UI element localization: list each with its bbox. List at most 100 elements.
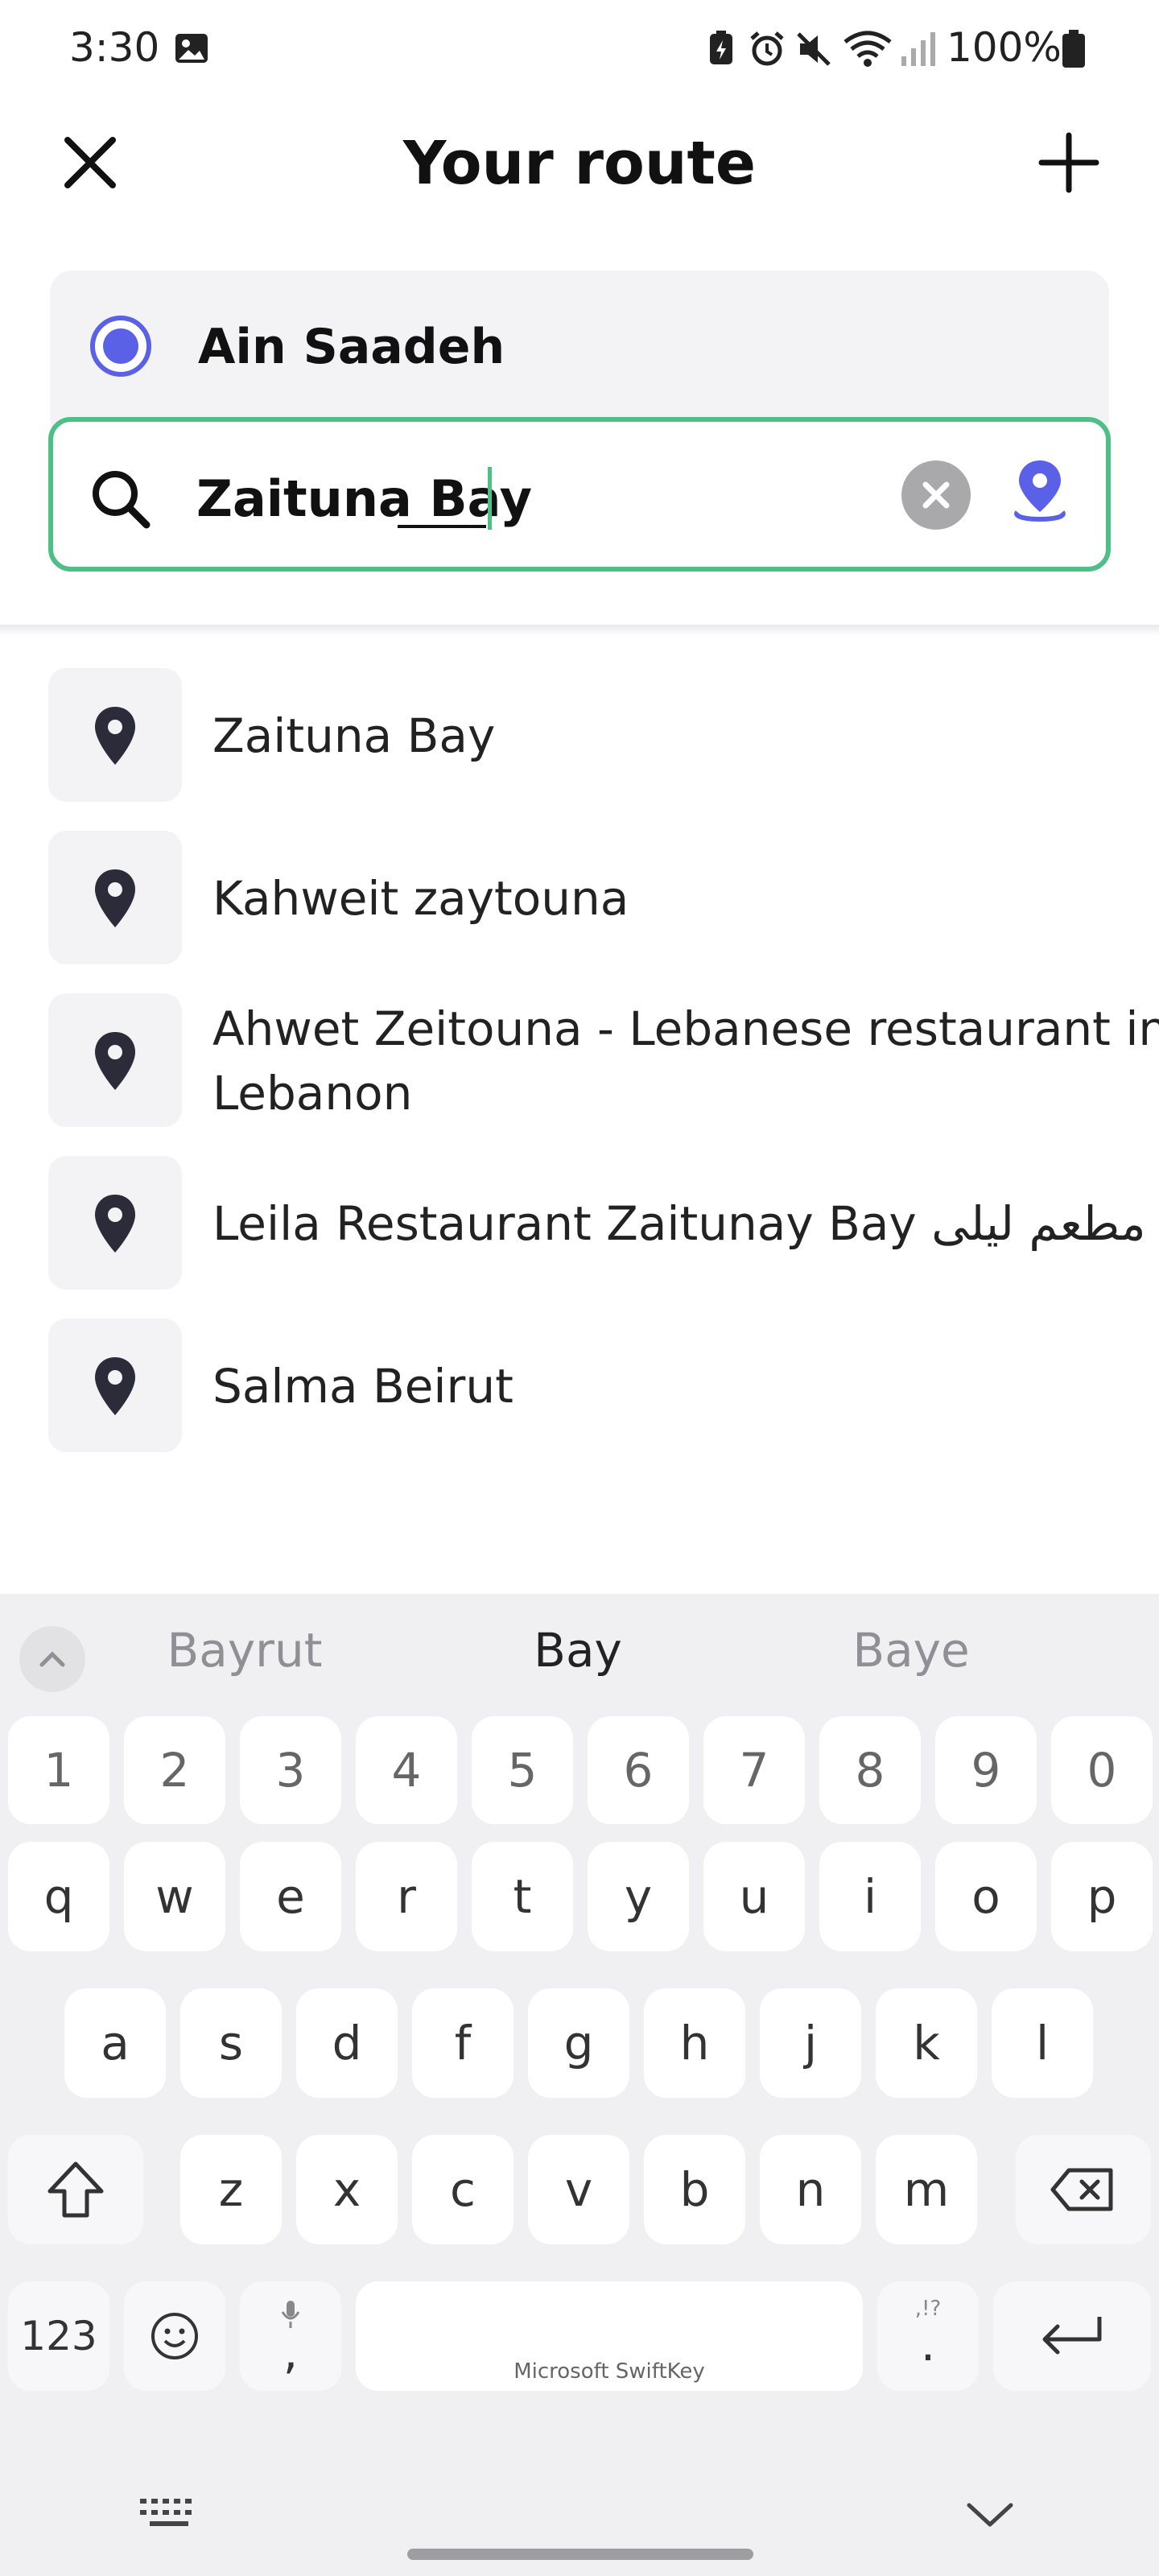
keyboard-switch-button[interactable]: [137, 2494, 201, 2536]
word-suggestion[interactable]: Bayrut: [100, 1623, 390, 1678]
key-h[interactable]: h: [644, 1988, 745, 2098]
shift-icon: [47, 2161, 104, 2218]
composing-underline: [398, 525, 486, 528]
choose-on-map-button[interactable]: [1006, 456, 1074, 533]
key-o[interactable]: o: [935, 1842, 1037, 1951]
key-1[interactable]: 1: [8, 1716, 109, 1824]
key-i[interactable]: i: [819, 1842, 921, 1951]
key-r[interactable]: r: [356, 1842, 457, 1951]
keyboard: Bayrut Bay Baye 1 2 3 4 5 6 7 8 9 0 q w …: [0, 1594, 1159, 2576]
plus-icon: [1038, 132, 1099, 193]
suggestion-icon-box: [48, 1156, 182, 1290]
gallery-icon: [172, 29, 211, 71]
space-key[interactable]: Microsoft SwiftKey: [356, 2281, 863, 2391]
key-m[interactable]: m: [876, 2135, 977, 2244]
emoji-icon: [151, 2313, 198, 2359]
battery-percent: 100%: [947, 24, 1062, 71]
suggestion-icon-box: [48, 831, 182, 964]
home-indicator[interactable]: [407, 2549, 753, 2560]
key-d[interactable]: d: [296, 1988, 398, 2098]
suggestion-label-line2: Lebanon: [212, 1066, 413, 1121]
battery-saver-icon: [705, 29, 737, 71]
origin-label: Ain Saadeh: [198, 319, 505, 375]
keyboard-icon: [140, 2499, 192, 2526]
suggestion-label: Zaituna Bay: [212, 708, 496, 763]
key-e[interactable]: e: [240, 1842, 341, 1951]
key-c[interactable]: c: [412, 2135, 514, 2244]
hide-keyboard-button[interactable]: [958, 2489, 1022, 2541]
key-l[interactable]: l: [992, 1988, 1093, 2098]
period-label: .: [920, 2317, 936, 2372]
period-key[interactable]: ,!? .: [877, 2281, 979, 2391]
key-q[interactable]: q: [8, 1842, 109, 1951]
key-2[interactable]: 2: [124, 1716, 225, 1824]
suggestion-item[interactable]: Zaituna Bay: [0, 668, 1159, 805]
comma-key[interactable]: ,: [240, 2281, 341, 2391]
shift-key[interactable]: [8, 2135, 143, 2244]
suggestion-item[interactable]: Leila Restaurant Zaitunay Bay مطعم ليلى: [0, 1156, 1159, 1293]
key-n[interactable]: n: [760, 2135, 861, 2244]
suggestion-label: Salma Beirut: [212, 1359, 514, 1414]
key-b[interactable]: b: [644, 2135, 745, 2244]
key-8[interactable]: 8: [819, 1716, 921, 1824]
key-3[interactable]: 3: [240, 1716, 341, 1824]
page-title: Your route: [402, 129, 757, 198]
key-0[interactable]: 0: [1051, 1716, 1153, 1824]
status-bar: 3:30 100%: [0, 0, 1159, 97]
key-g[interactable]: g: [528, 1988, 629, 2098]
add-stop-button[interactable]: [1035, 129, 1103, 196]
key-k[interactable]: k: [876, 1988, 977, 2098]
comma-label: ,: [283, 2325, 299, 2380]
key-s[interactable]: s: [180, 1988, 282, 2098]
map-pin-icon: [1014, 460, 1066, 522]
suggestion-item[interactable]: Ahwet Zeitouna - Lebanese restaurant in …: [0, 993, 1159, 1130]
key-t[interactable]: t: [472, 1842, 573, 1951]
key-4[interactable]: 4: [356, 1716, 457, 1824]
location-pin-icon: [95, 1032, 135, 1090]
status-time: 3:30: [69, 24, 160, 71]
key-j[interactable]: j: [760, 1988, 861, 2098]
alarm-icon: [747, 29, 787, 72]
key-z[interactable]: z: [180, 2135, 282, 2244]
location-pin-icon: [95, 1195, 135, 1253]
backspace-key[interactable]: [1016, 2135, 1151, 2244]
key-a[interactable]: a: [64, 1988, 166, 2098]
toolbar-expand-button[interactable]: [19, 1626, 85, 1692]
key-x[interactable]: x: [296, 2135, 398, 2244]
backspace-icon: [1050, 2168, 1113, 2211]
key-y[interactable]: y: [588, 1842, 689, 1951]
key-7[interactable]: 7: [703, 1716, 805, 1824]
enter-key[interactable]: [993, 2281, 1151, 2391]
header-shadow: [0, 625, 1159, 636]
battery-icon: [1061, 29, 1087, 72]
key-v[interactable]: v: [528, 2135, 629, 2244]
key-9[interactable]: 9: [935, 1716, 1037, 1824]
chevron-up-icon: [39, 1651, 65, 1667]
location-pin-icon: [95, 869, 135, 927]
word-suggestion[interactable]: Bay: [433, 1623, 723, 1678]
signal-icon: [898, 29, 938, 72]
mute-icon: [794, 29, 834, 72]
key-f[interactable]: f: [412, 1988, 514, 2098]
destination-input[interactable]: [196, 462, 889, 535]
word-suggestion-bar: Bayrut Bay Baye: [0, 1594, 1159, 1707]
word-suggestion[interactable]: Baye: [766, 1623, 1056, 1678]
suggestion-item[interactable]: Salma Beirut: [0, 1319, 1159, 1455]
key-u[interactable]: u: [703, 1842, 805, 1951]
key-6[interactable]: 6: [588, 1716, 689, 1824]
search-icon: [89, 467, 153, 531]
key-5[interactable]: 5: [472, 1716, 573, 1824]
space-key-label: Microsoft SwiftKey: [514, 2359, 705, 2384]
suggestion-item[interactable]: Kahweit zaytouna: [0, 831, 1159, 968]
enter-icon: [1042, 2317, 1102, 2355]
location-pin-icon: [95, 1357, 135, 1415]
key-p[interactable]: p: [1051, 1842, 1153, 1951]
suggestion-label: Leila Restaurant Zaitunay Bay مطعم ليلى: [212, 1196, 1146, 1251]
chevron-down-icon: [967, 2503, 1013, 2527]
emoji-key[interactable]: [124, 2281, 225, 2391]
symbols-key[interactable]: 123: [8, 2281, 109, 2391]
text-cursor: [488, 467, 492, 530]
key-w[interactable]: w: [124, 1842, 225, 1951]
suggestion-icon-box: [48, 993, 182, 1127]
clear-input-button[interactable]: [901, 460, 971, 530]
